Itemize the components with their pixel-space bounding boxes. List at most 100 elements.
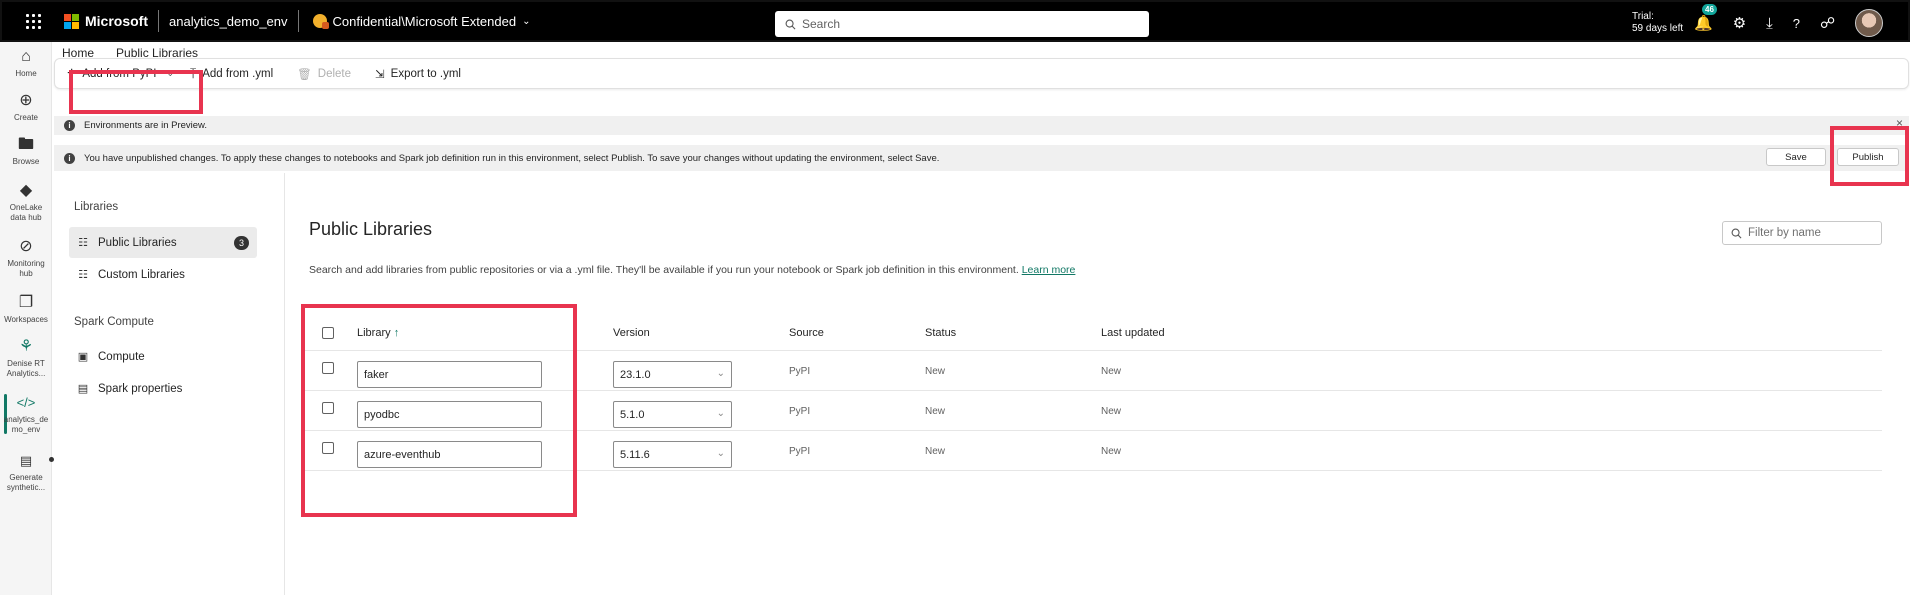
source-cell: PyPI [789, 446, 811, 457]
search-placeholder: Search [802, 17, 841, 31]
notifications-count: 46 [1702, 4, 1717, 15]
rail-item-generate-synthetic[interactable]: ▤ Generate synthetic... [0, 452, 52, 493]
status-cell: New [925, 366, 946, 377]
chevron-down-icon[interactable]: ⌄ [166, 68, 174, 79]
brand-name: Microsoft [85, 13, 148, 29]
learn-more-link[interactable]: Learn more [1022, 264, 1076, 276]
trial-status[interactable]: Trial: 59 days left [1632, 11, 1683, 35]
page-title: Public Libraries [309, 219, 433, 239]
add-from-pypi-button[interactable]: + Add from PyPI [67, 65, 156, 81]
rail-label-onelake-1: OneLake [9, 203, 43, 212]
rail-label-monitoring-1: Monitoring [7, 259, 45, 268]
export-to-yml-label: Export to .yml [390, 67, 461, 80]
library-name-input[interactable]: azure-eventhub [357, 441, 542, 468]
upload-icon: ⤒ [190, 65, 197, 81]
rail-item-analytics-demo-env[interactable]: </> analytics_de mo_env [0, 394, 52, 435]
add-from-yml-label: Add from .yml [202, 67, 274, 80]
add-from-yml-button[interactable]: ⤒ Add from .yml [190, 65, 273, 82]
avatar[interactable] [1855, 9, 1884, 37]
description-text: Search and add libraries from public rep… [309, 264, 1019, 276]
chevron-down-icon: ⌄ [716, 368, 725, 379]
workspace-people-icon: ⚘ [18, 338, 34, 355]
column-header-library[interactable]: Library ↑ [357, 327, 399, 339]
share-icon[interactable]: ☍ [1820, 14, 1835, 32]
trial-days-left: 59 days left [1632, 23, 1684, 34]
notifications-button[interactable]: 🔔 46 [1694, 4, 1717, 32]
delete-label: Delete [317, 67, 352, 80]
download-icon[interactable]: ⤓ [1766, 15, 1773, 32]
sidebar-item-label: Compute [98, 350, 145, 363]
environment-name[interactable]: analytics_demo_env [169, 14, 288, 29]
rail-item-onelake[interactable]: ◆ OneLake data hub [0, 182, 52, 223]
status-cell: New [925, 406, 946, 417]
row-checkbox[interactable] [322, 442, 334, 454]
version-dropdown[interactable]: 5.11.6 ⌄ [613, 441, 732, 468]
version-dropdown[interactable]: 23.1.0 ⌄ [613, 361, 732, 388]
top-bar: Microsoft analytics_demo_env Confidentia… [0, 0, 1910, 42]
rail-item-home[interactable]: ⌂ Home [0, 48, 52, 79]
export-to-yml-button[interactable]: ⇲ Export to .yml [375, 67, 461, 81]
row-checkbox[interactable] [322, 402, 334, 414]
notebook-icon: ▤ [19, 453, 33, 468]
library-header-label: Library [357, 327, 391, 339]
status-cell: New [925, 446, 946, 457]
info-icon: i [64, 120, 75, 131]
select-all-checkbox[interactable] [322, 327, 334, 339]
help-icon[interactable]: ? [1793, 16, 1800, 31]
rail-label-monitoring-2: hub [19, 269, 33, 278]
library-books-icon: ☷ [78, 237, 88, 249]
rail-label-create: Create [13, 113, 38, 122]
info-icon: i [64, 152, 75, 164]
close-icon[interactable]: × [1896, 116, 1903, 130]
properties-icon: ▤ [77, 383, 89, 395]
sidebar-item-compute[interactable]: ▣ Compute [69, 341, 257, 372]
rail-label-denise-1: Denise RT [7, 359, 45, 368]
app-launcher-icon[interactable] [2, 2, 64, 40]
filter-input[interactable]: Filter by name [1722, 221, 1882, 245]
row-checkbox[interactable] [322, 362, 334, 374]
sidebar-item-public-libraries[interactable]: ☷ Public Libraries 3 [69, 227, 257, 258]
microsoft-logo-icon [64, 13, 79, 29]
rail-item-denise-rt-analytics[interactable]: ⚘ Denise RT Analytics... [0, 338, 52, 379]
version-dropdown[interactable]: 5.1.0 ⌄ [613, 401, 732, 428]
rail-label-analytics-1: analytics_de [3, 415, 49, 424]
rail-item-browse[interactable]: 🖿 Browse [0, 136, 52, 167]
trash-icon: 🗑 [297, 68, 312, 81]
folder-icon: 🖿 [17, 136, 34, 153]
search-input[interactable]: Search [775, 11, 1149, 37]
sidebar-item-spark-properties[interactable]: ▤ Spark properties [69, 373, 257, 404]
rail-label-workspaces: Workspaces [4, 315, 48, 324]
filter-icon [1731, 228, 1742, 238]
save-button[interactable]: Save [1766, 148, 1826, 166]
sensitivity-icon [312, 14, 329, 29]
rail-item-monitoring[interactable]: ⊘ Monitoring hub [0, 238, 52, 279]
ribbon-toolbar: + Add from PyPI ⌄ ⤒ Add from .yml 🗑 Dele… [54, 58, 1909, 89]
gear-icon[interactable]: ⚙ [1733, 14, 1746, 32]
sensitivity-label: Confidential\Microsoft Extended [332, 13, 517, 29]
column-header-last-updated: Last updated [1101, 327, 1165, 339]
microsoft-logo[interactable]: Microsoft [64, 13, 148, 29]
version-value: 23.1.0 [620, 368, 651, 381]
export-icon: ⇲ [375, 68, 385, 81]
environment-icon: </> [16, 395, 36, 410]
version-value: 5.11.6 [620, 448, 650, 461]
rail-item-create[interactable]: ⊕ Create [0, 92, 52, 123]
column-header-status: Status [925, 327, 957, 339]
delete-button[interactable]: 🗑 Delete [297, 67, 351, 81]
plus-circle-icon: ⊕ [19, 92, 33, 109]
publish-button[interactable]: Publish [1837, 148, 1899, 166]
rail-label-denise-2: Analytics... [6, 369, 46, 378]
monitoring-icon: ⊘ [19, 238, 33, 255]
count-badge: 3 [234, 236, 249, 250]
last-updated-cell: New [1101, 446, 1122, 457]
library-name-input[interactable]: pyodbc [357, 401, 542, 428]
publish-label: Publish [1852, 151, 1884, 163]
last-updated-cell: New [1101, 406, 1122, 417]
save-label: Save [1785, 151, 1807, 163]
unpublished-message-bar: i You have unpublished changes. To apply… [54, 145, 1909, 171]
sensitivity-label-button[interactable]: Confidential\Microsoft Extended ⌄ [312, 13, 530, 29]
source-cell: PyPI [789, 366, 811, 377]
library-name-input[interactable]: faker [357, 361, 542, 388]
sidebar-item-custom-libraries[interactable]: ☷ Custom Libraries [69, 259, 257, 290]
rail-item-workspaces[interactable]: ❐ Workspaces [0, 294, 52, 325]
